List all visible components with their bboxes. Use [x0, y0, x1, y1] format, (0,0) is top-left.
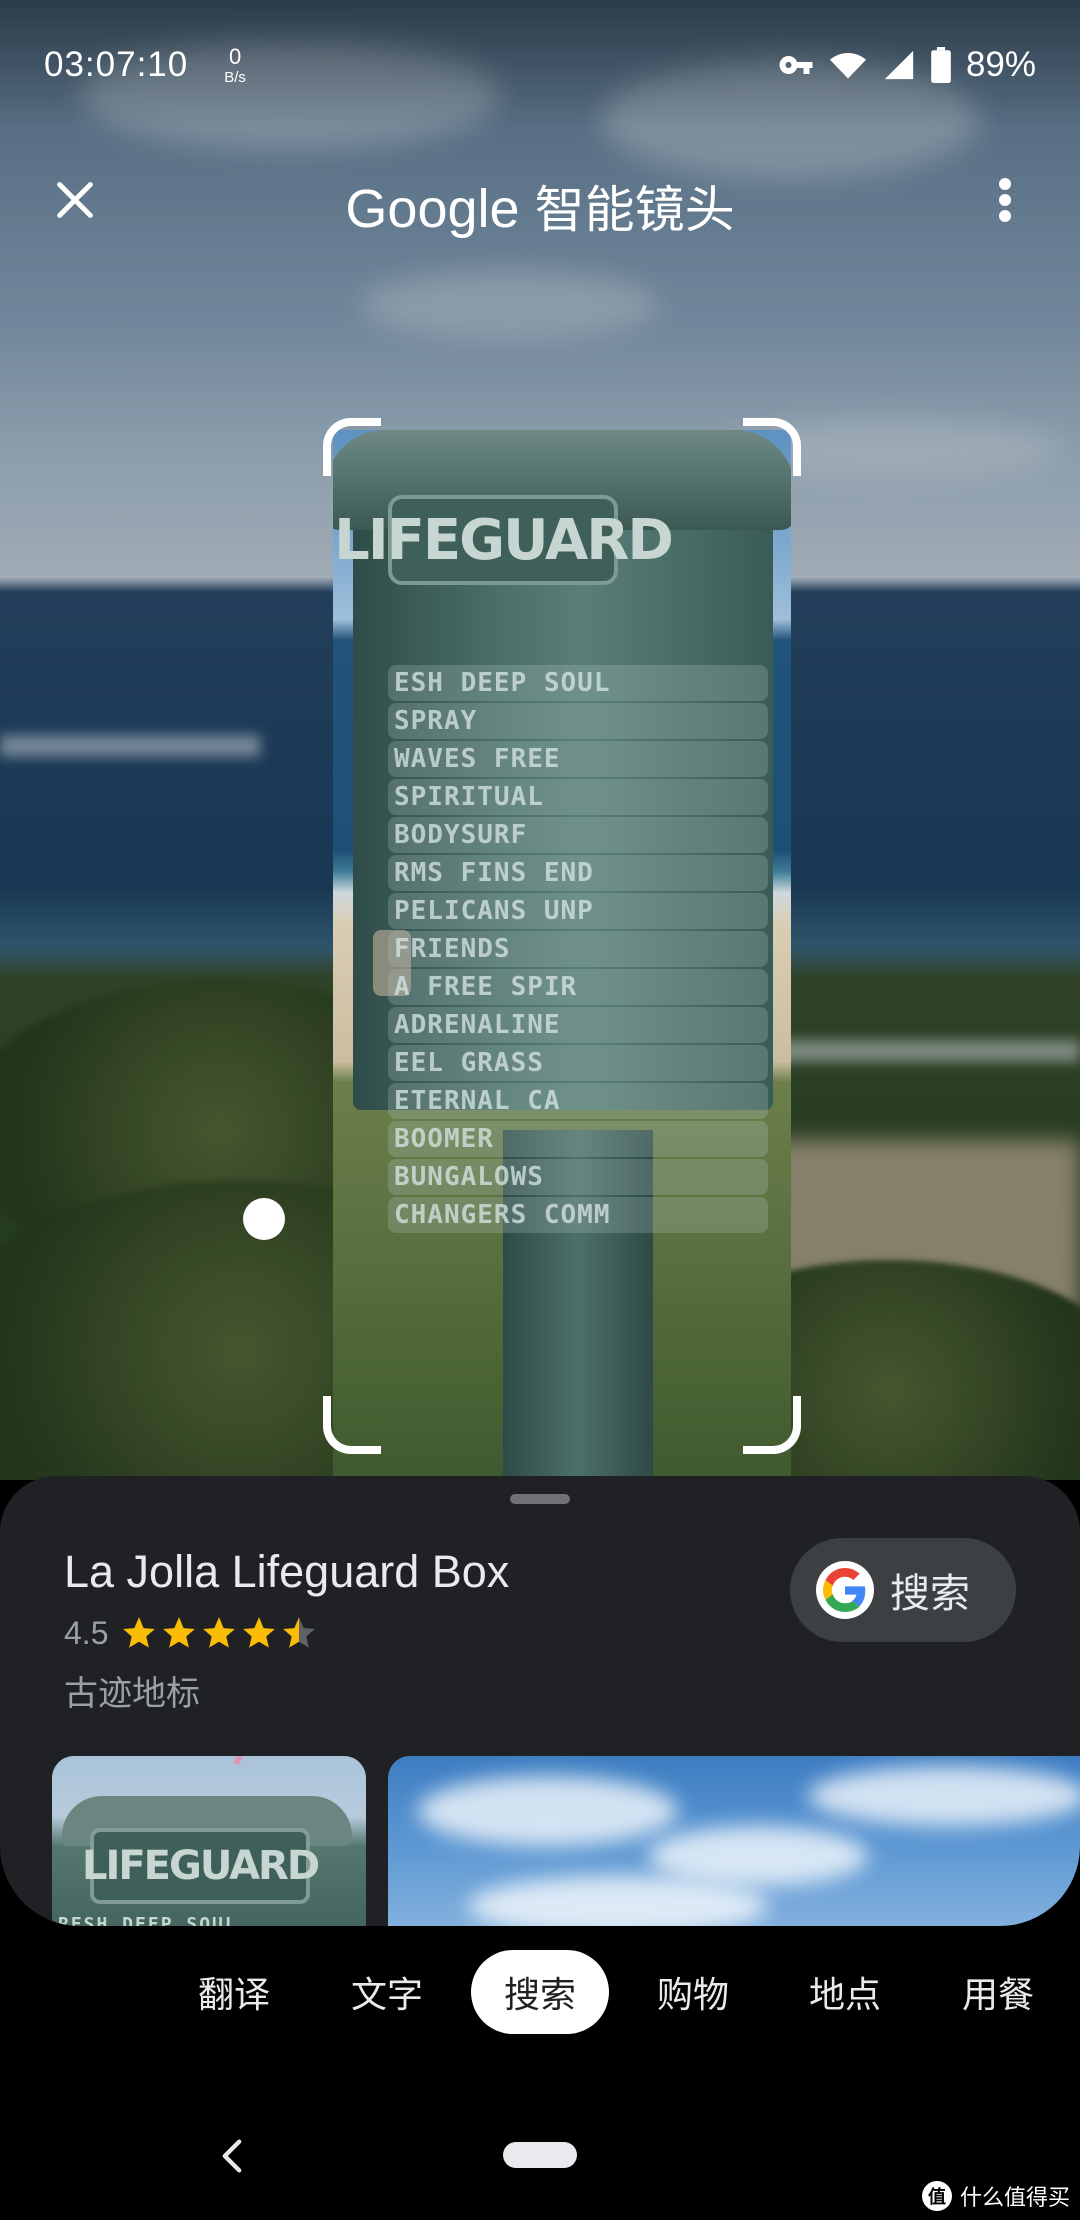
focus-region[interactable]: ESH DEEP SOUL SPRAY WAVES FREE SPIRITUAL… — [333, 430, 791, 1480]
google-brand-text: Google — [345, 179, 520, 239]
rating-value: 4.5 — [64, 1614, 109, 1651]
text-line[interactable]: SPIRITUAL — [388, 779, 768, 815]
place-name[interactable]: La Jolla Lifeguard Box — [64, 1546, 509, 1598]
text-line[interactable]: A FREE SPIR — [388, 969, 768, 1005]
text-line[interactable]: CHANGERS COMM — [388, 1197, 768, 1233]
network-speed-unit: B/s — [224, 68, 246, 86]
google-search-button[interactable]: 搜索 — [790, 1538, 1016, 1642]
home-pill-icon[interactable] — [503, 2142, 577, 2168]
result-bottom-sheet[interactable]: La Jolla Lifeguard Box 4.5 古迹地标 搜索 LIFEG… — [0, 1476, 1080, 1926]
tab-search[interactable]: 搜索 — [471, 1950, 609, 2034]
star-icon — [163, 1617, 196, 1648]
text-line[interactable]: ESH DEEP SOUL — [388, 665, 768, 701]
text-line[interactable]: EEL GRASS — [388, 1045, 768, 1081]
network-speed-value: 0 — [228, 43, 242, 69]
thumb-subtext: RESH DEEP SOUL — [58, 1914, 238, 1926]
watermark: 值 什么值得买 — [921, 2180, 1070, 2212]
text-line[interactable]: BOOMER — [388, 1121, 768, 1157]
focus-corner-top-right — [743, 418, 801, 476]
network-speed: 0 B/s — [224, 43, 246, 86]
text-line[interactable]: ETERNAL CA — [388, 1083, 768, 1119]
thumb-cloud — [648, 1826, 868, 1886]
text-line[interactable]: FRIENDS — [388, 931, 768, 967]
rating-stars — [120, 1614, 318, 1652]
watermark-badge: 值 — [921, 2181, 952, 2211]
thumb-cloud — [418, 1776, 678, 1846]
more-options-button[interactable] — [970, 160, 1040, 240]
rating-row: 4.5 — [64, 1614, 318, 1652]
app-title: Google 智能镜头 — [0, 170, 1080, 242]
text-line[interactable]: SPRAY — [388, 703, 768, 739]
tab-translate[interactable]: 翻译 — [174, 1950, 294, 2034]
lens-mode-tabs: 翻译 文字 搜索 购物 地点 用餐 — [0, 1950, 1080, 2046]
battery-percent: 89% — [965, 45, 1036, 84]
watermark-text: 什么值得买 — [959, 2186, 1070, 2211]
wifi-icon — [828, 47, 868, 83]
tab-text[interactable]: 文字 — [327, 1950, 447, 2034]
vpn-key-icon — [778, 47, 814, 83]
star-icon — [123, 1617, 156, 1648]
text-line[interactable]: ADRENALINE — [388, 1007, 768, 1043]
system-nav-bar — [0, 2100, 1080, 2220]
text-line[interactable]: RMS FINS END — [388, 855, 768, 891]
star-icon — [203, 1617, 236, 1648]
detected-text-lines: ESH DEEP SOUL SPRAY WAVES FREE SPIRITUAL… — [388, 665, 768, 1235]
lifeguard-plaque: LIFEGUARD — [334, 495, 674, 585]
tab-places[interactable]: 地点 — [785, 1950, 905, 2034]
text-line[interactable]: WAVES FREE — [388, 741, 768, 777]
cell-signal-icon — [882, 48, 916, 82]
focus-corner-top-left — [323, 418, 381, 476]
focus-corner-bottom-right — [743, 1396, 801, 1454]
thumb-cloud — [808, 1766, 1080, 1826]
more-vert-icon — [999, 178, 1011, 222]
place-category: 古迹地标 — [64, 1674, 200, 1714]
sheet-drag-handle[interactable] — [510, 1494, 570, 1504]
lens-title-text: 智能镜头 — [534, 181, 735, 239]
focus-corner-bottom-left — [323, 1396, 381, 1454]
search-button-label: 搜索 — [890, 1571, 970, 1617]
text-line[interactable]: BUNGALOWS — [388, 1159, 768, 1195]
tab-shopping[interactable]: 购物 — [633, 1950, 753, 2034]
result-thumbnail-1[interactable]: LIFEGUARD RESH DEEP SOUL — [52, 1756, 366, 1926]
app-bar: Google 智能镜头 — [0, 160, 1080, 240]
status-bar: 03:07:10 0 B/s 89% — [0, 0, 1080, 130]
tap-target-dot[interactable] — [243, 1198, 285, 1240]
star-icon — [243, 1617, 276, 1648]
text-line[interactable]: PELICANS UNP — [388, 893, 768, 929]
thumb-plaque: LIFEGUARD — [82, 1828, 320, 1904]
status-time: 03:07:10 — [44, 45, 189, 84]
back-chevron-icon — [222, 2139, 242, 2173]
status-icons: 89% — [778, 45, 1036, 85]
text-line[interactable]: BODYSURF — [388, 817, 768, 853]
google-g-icon — [816, 1561, 874, 1619]
star-icon — [283, 1617, 316, 1648]
nav-back-button[interactable] — [212, 2134, 252, 2178]
battery-icon — [930, 47, 952, 83]
result-thumbnail-2[interactable] — [388, 1756, 1080, 1926]
tab-dining[interactable]: 用餐 — [938, 1950, 1058, 2034]
